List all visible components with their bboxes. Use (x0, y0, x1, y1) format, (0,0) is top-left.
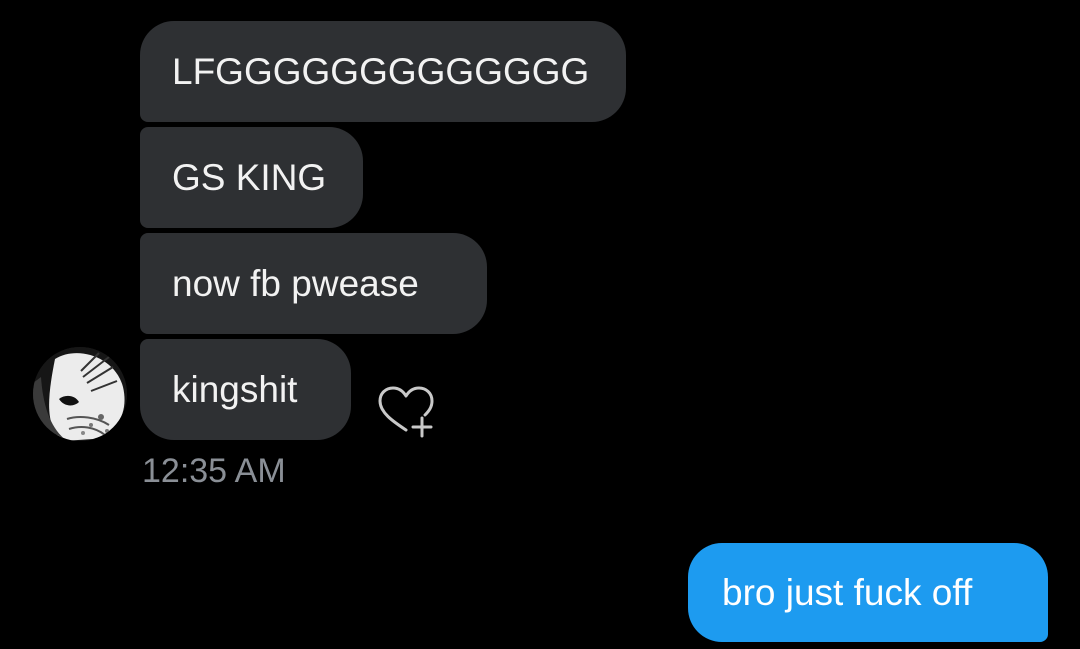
message-text: bro just fuck off (722, 572, 973, 613)
message-text: kingshit (172, 369, 298, 410)
avatar-image (33, 347, 127, 441)
dm-conversation-screen: LFGGGGGGGGGGGGG GS KING now fb pwease ki… (0, 0, 1080, 649)
incoming-message-bubble[interactable]: LFGGGGGGGGGGGGG (140, 21, 626, 122)
message-text: GS KING (172, 157, 327, 198)
message-timestamp: 12:35 AM (142, 452, 286, 490)
heart-plus-icon (378, 386, 434, 438)
react-heart-button[interactable] (374, 380, 438, 440)
incoming-message-bubble[interactable]: kingshit (140, 339, 351, 440)
message-text: LFGGGGGGGGGGGGG (172, 51, 590, 92)
message-thread: LFGGGGGGGGGGGGG GS KING now fb pwease ki… (0, 0, 1080, 649)
incoming-message-bubble[interactable]: now fb pwease (140, 233, 487, 334)
outgoing-message-bubble[interactable]: bro just fuck off (688, 543, 1048, 642)
message-text: now fb pwease (172, 263, 419, 304)
sender-avatar[interactable] (33, 347, 127, 441)
incoming-message-bubble[interactable]: GS KING (140, 127, 363, 228)
